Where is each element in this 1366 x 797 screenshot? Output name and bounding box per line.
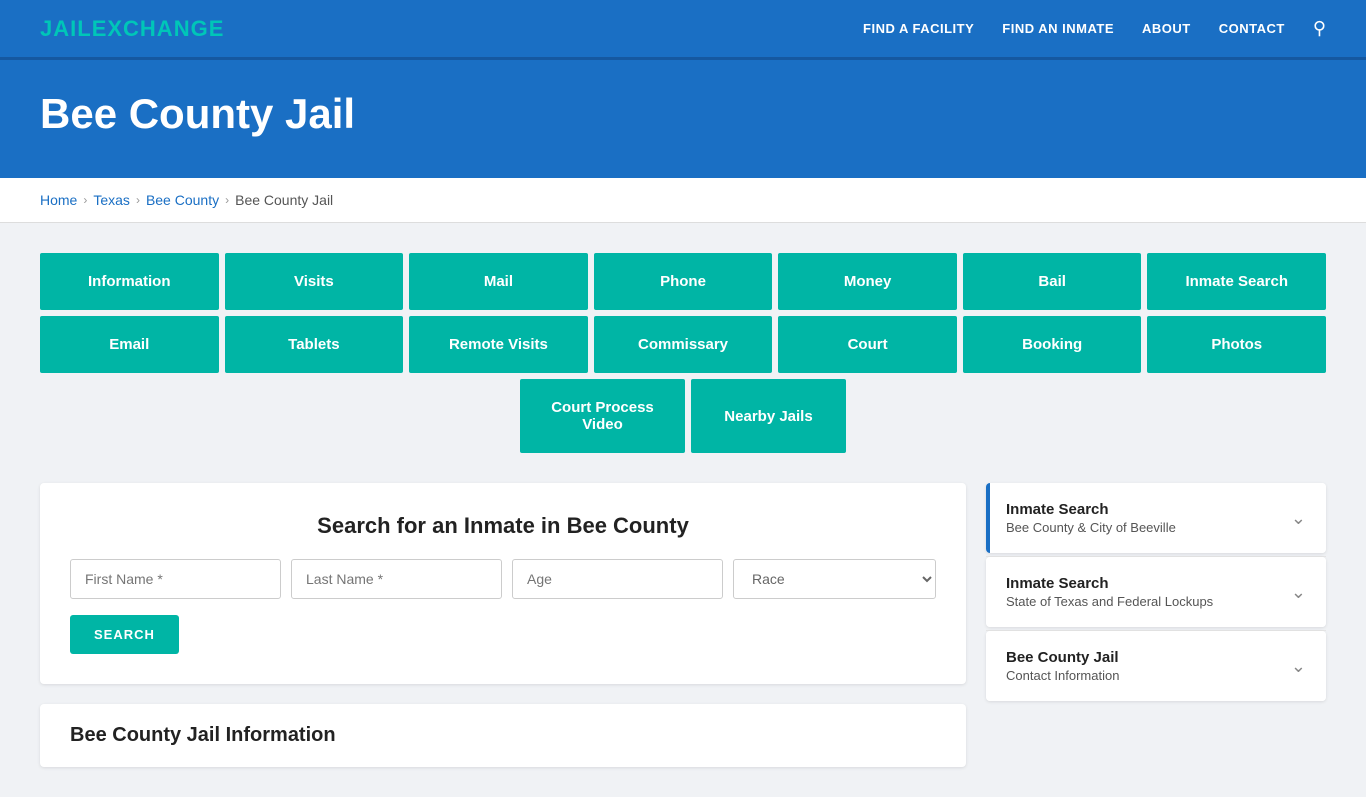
sidebar-card-3-label: Bee County Jail [1006,649,1119,666]
chevron-down-icon-1: ⌄ [1291,508,1306,529]
main-area: Information Visits Mail Phone Money Bail… [0,223,1366,797]
breadcrumb-bar: Home › Texas › Bee County › Bee County J… [0,178,1366,223]
info-section: Bee County Jail Information [40,704,966,767]
btn-commissary[interactable]: Commissary [594,316,773,373]
btn-email[interactable]: Email [40,316,219,373]
navigation-grid: Information Visits Mail Phone Money Bail… [40,253,1326,453]
btn-money[interactable]: Money [778,253,957,310]
main-nav: FIND A FACILITY FIND AN INMATE ABOUT CON… [863,18,1326,39]
grid-row-2: Email Tablets Remote Visits Commissary C… [40,316,1326,373]
logo-jail: JAIL [40,16,92,41]
breadcrumb: Home › Texas › Bee County › Bee County J… [40,192,1326,208]
sidebar: Inmate Search Bee County & City of Beevi… [986,483,1326,704]
logo-exchange: EXCHANGE [92,16,225,41]
btn-remote-visits[interactable]: Remote Visits [409,316,588,373]
breadcrumb-current: Bee County Jail [235,192,333,208]
last-name-input[interactable] [291,559,502,599]
sidebar-card-2-text: Inmate Search State of Texas and Federal… [1006,575,1213,609]
race-select[interactable]: Race White Black Hispanic Asian Other [733,559,936,599]
sidebar-card-2-header[interactable]: Inmate Search State of Texas and Federal… [986,557,1326,627]
sidebar-card-1-sublabel: Bee County & City of Beeville [1006,520,1176,535]
search-button[interactable]: SEARCH [70,615,179,654]
sidebar-card-2-sublabel: State of Texas and Federal Lockups [1006,594,1213,609]
breadcrumb-sep-2: › [136,193,140,207]
first-name-input[interactable] [70,559,281,599]
nav-find-facility[interactable]: FIND A FACILITY [863,21,974,36]
btn-court[interactable]: Court [778,316,957,373]
btn-inmate-search[interactable]: Inmate Search [1147,253,1326,310]
sidebar-card-1: Inmate Search Bee County & City of Beevi… [986,483,1326,553]
search-form-row-1: Race White Black Hispanic Asian Other [70,559,936,599]
btn-visits[interactable]: Visits [225,253,404,310]
breadcrumb-bee-county[interactable]: Bee County [146,192,219,208]
nav-contact[interactable]: CONTACT [1219,21,1285,36]
grid-row-3: Court Process Video Nearby Jails [40,379,1326,453]
chevron-down-icon-3: ⌄ [1291,656,1306,677]
site-header: JAILEXCHANGE FIND A FACILITY FIND AN INM… [0,0,1366,60]
sidebar-card-3: Bee County Jail Contact Information ⌄ [986,631,1326,701]
btn-bail[interactable]: Bail [963,253,1142,310]
sidebar-card-2-label: Inmate Search [1006,575,1213,592]
page-title: Bee County Jail [40,90,1326,138]
left-column: Search for an Inmate in Bee County Race … [40,483,966,767]
breadcrumb-sep-3: › [225,193,229,207]
site-logo[interactable]: JAILEXCHANGE [40,16,224,42]
sidebar-card-1-label: Inmate Search [1006,501,1176,518]
sidebar-card-3-text: Bee County Jail Contact Information [1006,649,1119,683]
btn-nearby-jails[interactable]: Nearby Jails [691,379,846,453]
btn-mail[interactable]: Mail [409,253,588,310]
nav-about[interactable]: ABOUT [1142,21,1191,36]
btn-booking[interactable]: Booking [963,316,1142,373]
btn-photos[interactable]: Photos [1147,316,1326,373]
nav-find-inmate[interactable]: FIND AN INMATE [1002,21,1114,36]
btn-tablets[interactable]: Tablets [225,316,404,373]
sidebar-card-3-sublabel: Contact Information [1006,668,1119,683]
breadcrumb-home[interactable]: Home [40,192,77,208]
age-input[interactable] [512,559,723,599]
sidebar-card-2: Inmate Search State of Texas and Federal… [986,557,1326,627]
search-icon[interactable]: ⚲ [1313,18,1326,39]
content-area: Search for an Inmate in Bee County Race … [40,483,1326,767]
sidebar-card-3-header[interactable]: Bee County Jail Contact Information ⌄ [986,631,1326,701]
sidebar-card-1-header[interactable]: Inmate Search Bee County & City of Beevi… [986,483,1326,553]
info-title: Bee County Jail Information [70,724,936,747]
hero-section: Bee County Jail [0,60,1366,178]
sidebar-card-1-text: Inmate Search Bee County & City of Beevi… [1006,501,1176,535]
search-title: Search for an Inmate in Bee County [70,513,936,539]
breadcrumb-texas[interactable]: Texas [93,192,130,208]
btn-phone[interactable]: Phone [594,253,773,310]
chevron-down-icon-2: ⌄ [1291,582,1306,603]
btn-court-process-video[interactable]: Court Process Video [520,379,685,453]
breadcrumb-sep-1: › [83,193,87,207]
inmate-search-section: Search for an Inmate in Bee County Race … [40,483,966,684]
grid-row-1: Information Visits Mail Phone Money Bail… [40,253,1326,310]
btn-information[interactable]: Information [40,253,219,310]
